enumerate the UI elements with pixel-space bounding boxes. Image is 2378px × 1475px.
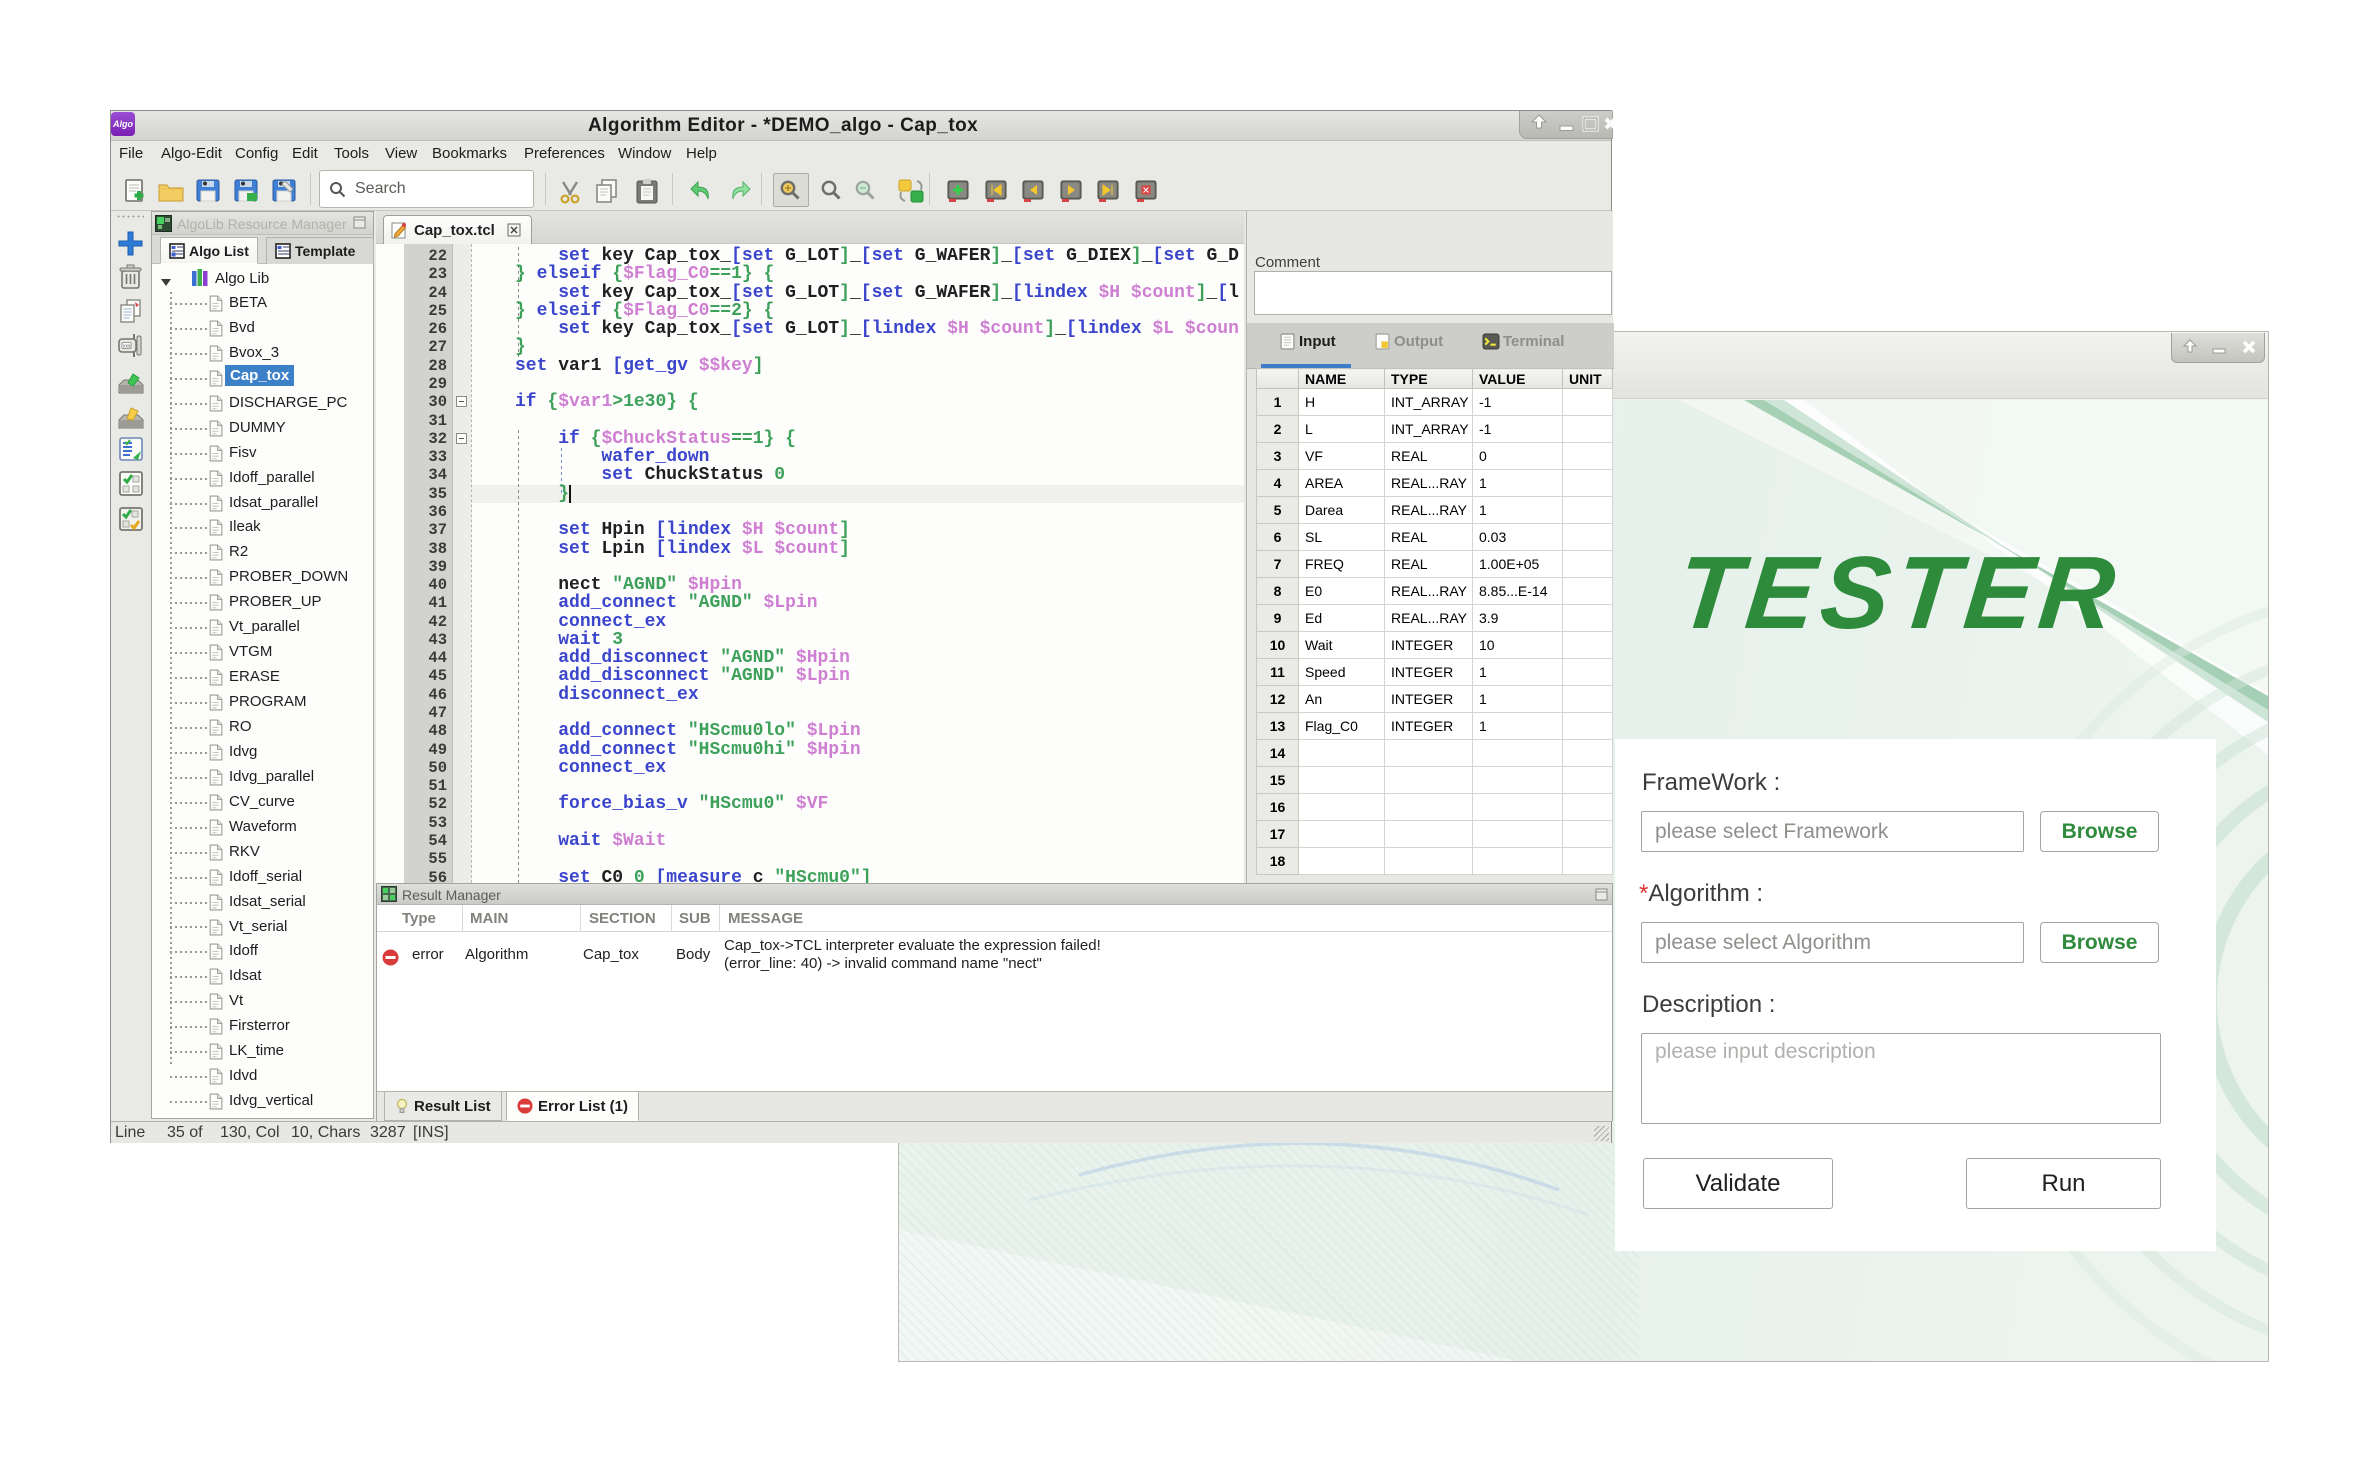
svg-text:xxx: xxx — [123, 344, 131, 350]
